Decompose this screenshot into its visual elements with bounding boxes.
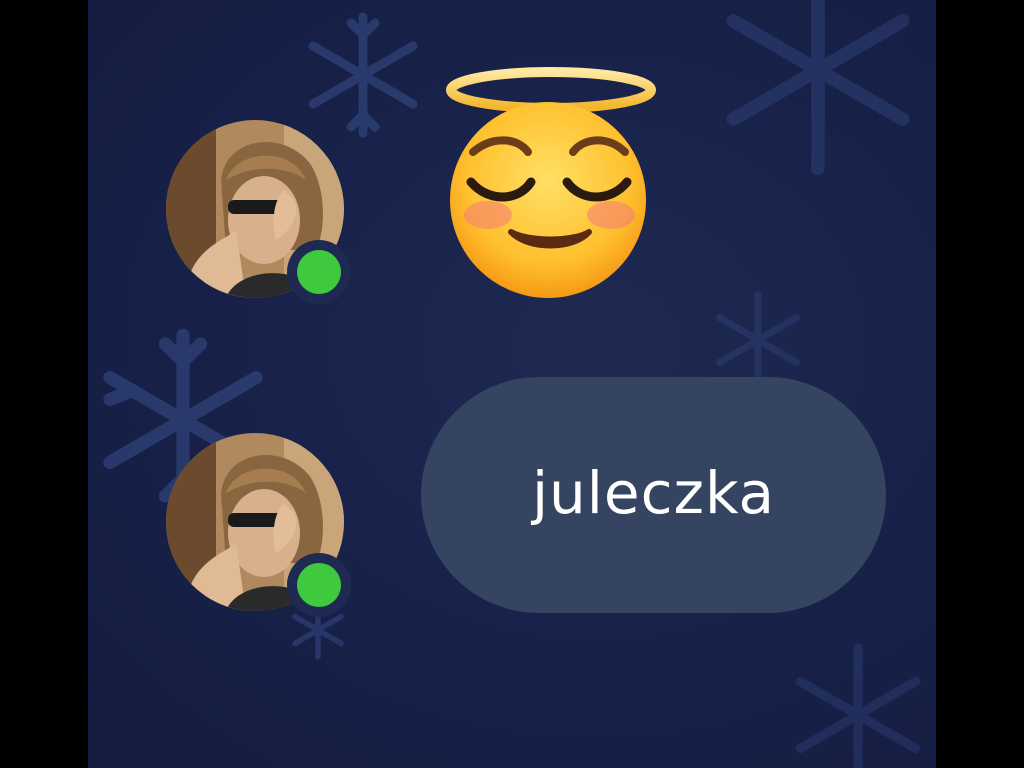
message-bubble[interactable]: juleczka xyxy=(421,377,886,613)
message-text: juleczka xyxy=(531,459,776,527)
snowflake-decoration-icon xyxy=(292,600,344,660)
online-dot-icon xyxy=(297,250,341,294)
smiling-face-with-halo-icon xyxy=(446,67,656,298)
avatar[interactable] xyxy=(166,433,344,611)
user-photo-icon xyxy=(166,433,344,611)
snowflake-decoration-icon xyxy=(795,643,921,768)
emoji-message[interactable] xyxy=(433,60,663,300)
message-row xyxy=(88,0,936,320)
chat-screen: juleczka xyxy=(88,0,936,768)
online-status-badge xyxy=(287,240,351,304)
